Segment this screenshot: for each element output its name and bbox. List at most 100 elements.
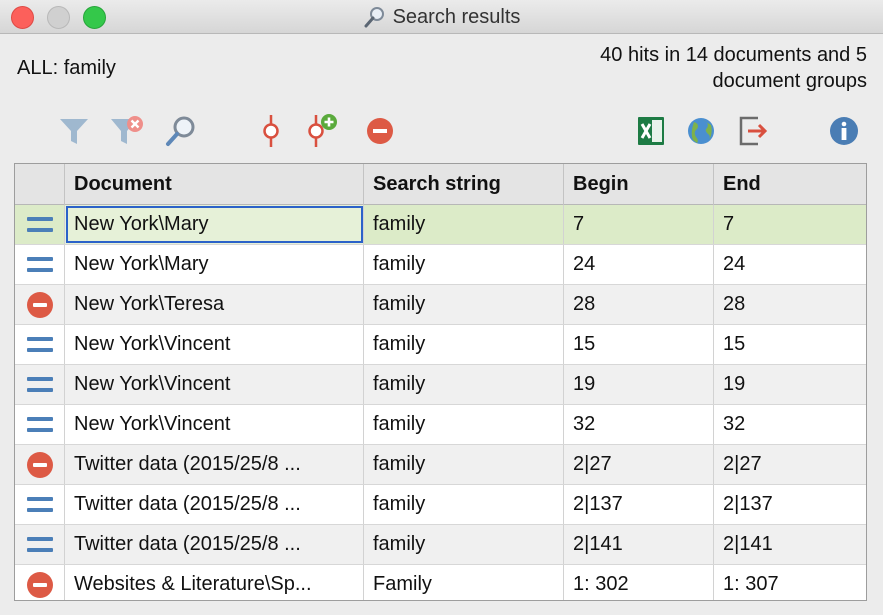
search-string-cell[interactable]: family bbox=[364, 365, 564, 404]
header-search-string[interactable]: Search string bbox=[364, 164, 564, 205]
table-row[interactable]: Twitter data (2015/25/8 ... family 2|137 2|… bbox=[15, 485, 866, 525]
document-cell[interactable]: New York\Vincent bbox=[65, 365, 364, 404]
filter-icon bbox=[60, 119, 88, 144]
export-icon bbox=[739, 116, 768, 146]
inactive-status-icon[interactable] bbox=[26, 451, 53, 478]
hits-summary: 40 hits in 14 documents and 5 document g… bbox=[507, 42, 867, 94]
header-status[interactable] bbox=[15, 164, 65, 205]
begin-cell[interactable]: 1: 302 bbox=[564, 565, 714, 600]
end-cell[interactable]: 1: 307 bbox=[714, 565, 865, 600]
search-string-cell[interactable]: family bbox=[364, 485, 564, 524]
export-button[interactable] bbox=[733, 110, 773, 152]
search-string-cell[interactable]: family bbox=[364, 325, 564, 364]
document-cell[interactable]: Websites & Literature\Sp... bbox=[65, 565, 364, 600]
table-row[interactable]: New York\Vincent family 19 19 bbox=[15, 365, 866, 405]
end-cell[interactable]: 32 bbox=[714, 405, 865, 444]
active-status-icon[interactable] bbox=[26, 417, 53, 432]
begin-cell[interactable]: 2|141 bbox=[564, 525, 714, 564]
globe-icon bbox=[688, 118, 714, 144]
table-row[interactable]: New York\Mary family 7 7 bbox=[15, 205, 866, 245]
hits-summary-line2: document groups bbox=[712, 70, 867, 92]
search-string-cell[interactable]: family bbox=[364, 285, 564, 324]
header-document[interactable]: Document bbox=[65, 164, 364, 205]
begin-cell[interactable]: 2|27 bbox=[564, 445, 714, 484]
status-cell[interactable] bbox=[15, 245, 65, 284]
document-cell[interactable]: Twitter data (2015/25/8 ... bbox=[65, 485, 364, 524]
begin-cell[interactable]: 24 bbox=[564, 245, 714, 284]
search-query: ALL: family bbox=[17, 57, 116, 79]
status-cell[interactable] bbox=[15, 205, 65, 244]
remove-filter-button[interactable] bbox=[106, 110, 146, 152]
search-string-cell[interactable]: family bbox=[364, 205, 564, 244]
table-row[interactable]: Twitter data (2015/25/8 ... family 2|27 2|2… bbox=[15, 445, 866, 485]
window-title: Search results bbox=[392, 5, 521, 28]
end-cell[interactable]: 2|27 bbox=[714, 445, 865, 484]
end-cell[interactable]: 2|137 bbox=[714, 485, 865, 524]
document-cell[interactable]: New York\Teresa bbox=[65, 285, 364, 324]
status-cell[interactable] bbox=[15, 525, 65, 564]
status-cell[interactable] bbox=[15, 445, 65, 484]
status-cell[interactable] bbox=[15, 485, 65, 524]
excel-export-icon bbox=[638, 117, 664, 145]
table-row[interactable]: New York\Teresa family 28 28 bbox=[15, 285, 866, 325]
search-string-cell[interactable]: family bbox=[364, 445, 564, 484]
info-icon bbox=[830, 117, 858, 145]
active-status-icon[interactable] bbox=[26, 337, 53, 352]
status-cell[interactable] bbox=[15, 285, 65, 324]
remove-filter-icon bbox=[111, 116, 143, 144]
info-button[interactable] bbox=[824, 110, 864, 152]
inactive-status-icon[interactable] bbox=[26, 571, 53, 598]
status-cell[interactable] bbox=[15, 405, 65, 444]
status-cell[interactable] bbox=[15, 365, 65, 404]
end-cell[interactable]: 19 bbox=[714, 365, 865, 404]
search-string-cell[interactable]: family bbox=[364, 405, 564, 444]
search-button[interactable] bbox=[161, 110, 201, 152]
table-row[interactable]: Websites & Literature\Sp... Family 1: 302 1… bbox=[15, 565, 866, 600]
end-cell[interactable]: 2|141 bbox=[714, 525, 865, 564]
search-icon bbox=[166, 116, 195, 146]
status-cell[interactable] bbox=[15, 565, 65, 600]
begin-cell[interactable]: 28 bbox=[564, 285, 714, 324]
inactive-status-icon[interactable] bbox=[26, 291, 53, 318]
end-cell[interactable]: 7 bbox=[714, 205, 865, 244]
end-cell[interactable]: 15 bbox=[714, 325, 865, 364]
header-end[interactable]: End bbox=[714, 164, 865, 205]
filter-button[interactable] bbox=[54, 110, 94, 152]
begin-cell[interactable]: 2|137 bbox=[564, 485, 714, 524]
activate-button[interactable] bbox=[251, 110, 291, 152]
document-cell[interactable]: Twitter data (2015/25/8 ... bbox=[65, 445, 364, 484]
end-cell[interactable]: 24 bbox=[714, 245, 865, 284]
begin-cell[interactable]: 32 bbox=[564, 405, 714, 444]
begin-cell[interactable]: 19 bbox=[564, 365, 714, 404]
search-string-cell[interactable]: Family bbox=[364, 565, 564, 600]
results-table: Document Search string Begin End New Yor… bbox=[14, 163, 867, 601]
active-status-icon[interactable] bbox=[26, 257, 53, 272]
table-body: New York\Mary family 7 7 New York\Mary family… bbox=[15, 205, 866, 600]
document-cell[interactable]: Twitter data (2015/25/8 ... bbox=[65, 525, 364, 564]
title-bar: Search results bbox=[0, 0, 883, 34]
deactivate-button[interactable] bbox=[360, 110, 400, 152]
table-row[interactable]: New York\Mary family 24 24 bbox=[15, 245, 866, 285]
begin-cell[interactable]: 15 bbox=[564, 325, 714, 364]
header-begin[interactable]: Begin bbox=[564, 164, 714, 205]
document-cell[interactable]: New York\Mary bbox=[65, 205, 364, 244]
globe-button[interactable] bbox=[681, 110, 721, 152]
search-string-cell[interactable]: family bbox=[364, 245, 564, 284]
document-cell[interactable]: New York\Mary bbox=[65, 245, 364, 284]
active-status-icon[interactable] bbox=[26, 497, 53, 512]
active-status-icon[interactable] bbox=[26, 217, 53, 232]
begin-cell[interactable]: 7 bbox=[564, 205, 714, 244]
active-status-icon[interactable] bbox=[26, 537, 53, 552]
end-cell[interactable]: 28 bbox=[714, 285, 865, 324]
activate-add-button[interactable] bbox=[300, 110, 340, 152]
table-row[interactable]: New York\Vincent family 15 15 bbox=[15, 325, 866, 365]
activate-icon bbox=[263, 115, 279, 147]
document-cell[interactable]: New York\Vincent bbox=[65, 405, 364, 444]
active-status-icon[interactable] bbox=[26, 377, 53, 392]
document-cell[interactable]: New York\Vincent bbox=[65, 325, 364, 364]
excel-export-button[interactable] bbox=[631, 110, 671, 152]
status-cell[interactable] bbox=[15, 325, 65, 364]
table-row[interactable]: Twitter data (2015/25/8 ... family 2|141 2|… bbox=[15, 525, 866, 565]
table-row[interactable]: New York\Vincent family 32 32 bbox=[15, 405, 866, 445]
search-string-cell[interactable]: family bbox=[364, 525, 564, 564]
